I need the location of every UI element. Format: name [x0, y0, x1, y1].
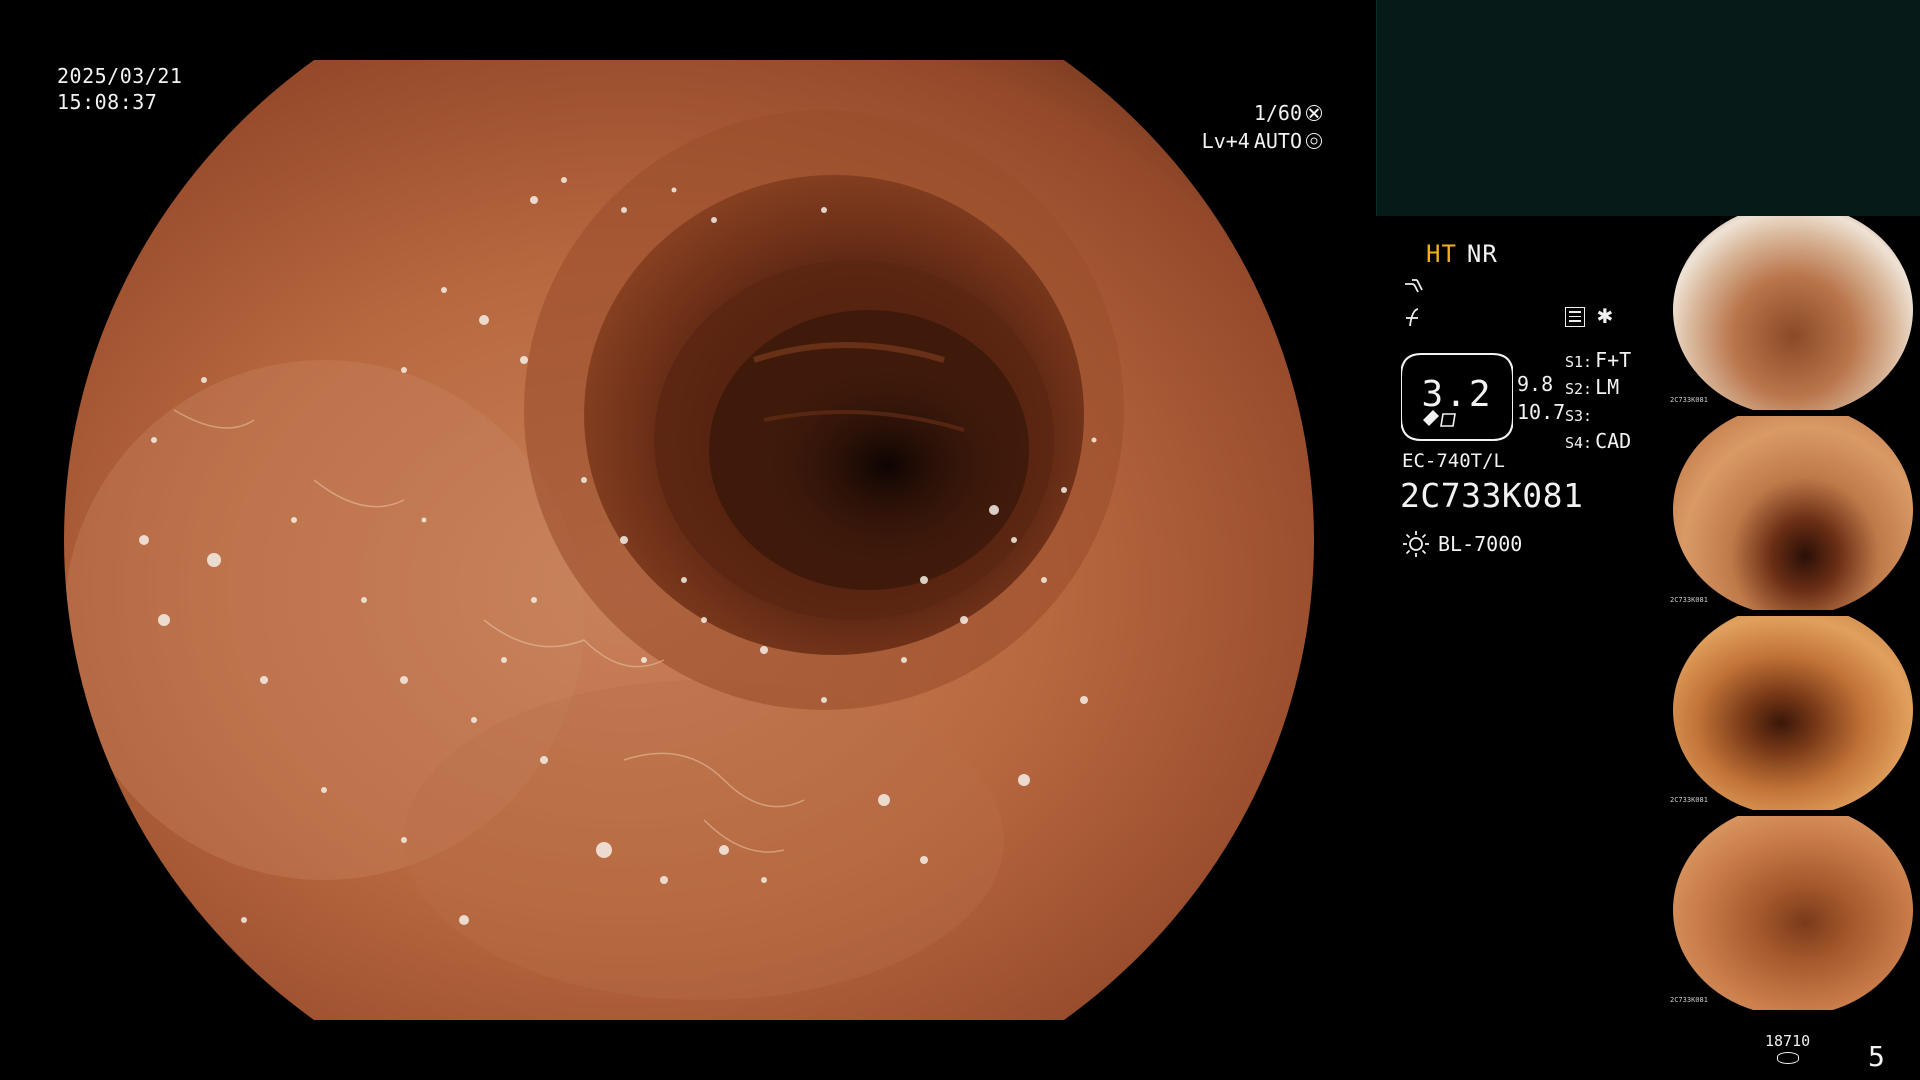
thumbnail-2[interactable]: 2C733K081 [1668, 416, 1918, 610]
image-enhancement-modes: HT NR [1426, 240, 1498, 268]
capture-date: 2025/03/21 [57, 64, 183, 88]
switch-row: S1: F+T [1565, 348, 1632, 372]
thumbnail-caption: 2C733K081 [1670, 796, 1708, 804]
lamp-icon [1403, 531, 1429, 557]
light-source-model: BL-7000 [1438, 532, 1523, 556]
capture-time: 15:08:37 [57, 90, 158, 114]
ht-mode-label: HT [1426, 240, 1457, 268]
iris-row: Lv+4 AUTO [1202, 127, 1322, 155]
timestamp: 2025/03/21 15:08:37 [57, 63, 182, 115]
scope-switch-assignments: S1: F+T S2: LM S3: S4: CAD [1565, 348, 1631, 456]
switch-row: S4: CAD [1565, 429, 1632, 453]
iris-mode: AUTO [1253, 129, 1302, 153]
capture-count: 18710 [1765, 1032, 1811, 1050]
page-number: 5 [1868, 1040, 1885, 1073]
scope-serial: 2C733K081 [1400, 476, 1584, 515]
enhance-curve-icon [1402, 276, 1428, 298]
shutter-icon [1306, 105, 1322, 121]
thumbnail-image [1673, 616, 1913, 810]
colon-lumen-image [64, 60, 1314, 1020]
capture-counter: 18710 [1765, 1032, 1810, 1064]
patient-info-panel [1376, 0, 1920, 216]
switch-row: S2: LM [1565, 375, 1620, 399]
thumbnail-image [1673, 416, 1913, 610]
color-tone-icon [1402, 306, 1428, 328]
exposure-readout: 1/60 Lv+4 AUTO [1202, 99, 1322, 155]
brightness-level: Lv+4 [1201, 129, 1250, 153]
shutter-row: 1/60 [1202, 99, 1322, 127]
processor-info-panel: HT NR ✱ 3.2 9.8 10.7 S1: F+T S2: LM S3: … [1400, 240, 1670, 600]
captured-image-strip: 2C733K081 2C733K081 2C733K081 2C733K081 [1668, 216, 1920, 1016]
nr-mode-label: NR [1466, 240, 1498, 268]
thumbnail-caption: 2C733K081 [1670, 596, 1708, 604]
zoom-scale-2: 10.7 [1517, 400, 1566, 424]
main-endoscope-view[interactable] [64, 60, 1314, 1020]
thumbnail-image [1673, 216, 1913, 410]
zoom-scale-values: 9.8 10.7 [1517, 370, 1565, 426]
endoscopy-monitor: 2025/03/21 15:08:37 1/60 Lv+4 AUTO HT NR… [0, 0, 1920, 1080]
thumbnail-caption: 2C733K081 [1670, 996, 1708, 1004]
shutter-speed: 1/60 [1253, 101, 1302, 125]
storage-disk-icon [1776, 1052, 1799, 1064]
zoom-indicator: 3.2 [1400, 352, 1514, 442]
iris-icon [1306, 133, 1322, 149]
thumbnail-3[interactable]: 2C733K081 [1668, 616, 1918, 810]
light-source: BL-7000 [1402, 530, 1522, 558]
thumbnail-4[interactable]: 2C733K081 [1668, 816, 1918, 1010]
switch-row: S3: [1565, 407, 1593, 425]
thumbnail-caption: 2C733K081 [1670, 396, 1708, 404]
scope-model: EC-740T/L [1402, 450, 1505, 472]
zoom-value: 3.2 [1421, 374, 1493, 415]
zoom-scale-1: 9.8 [1517, 372, 1554, 396]
thumbnail-image [1673, 816, 1913, 1010]
list-icon [1565, 307, 1585, 327]
asterisk-icon: ✱ [1597, 300, 1613, 330]
thumbnail-1[interactable]: 2C733K081 [1668, 216, 1918, 410]
